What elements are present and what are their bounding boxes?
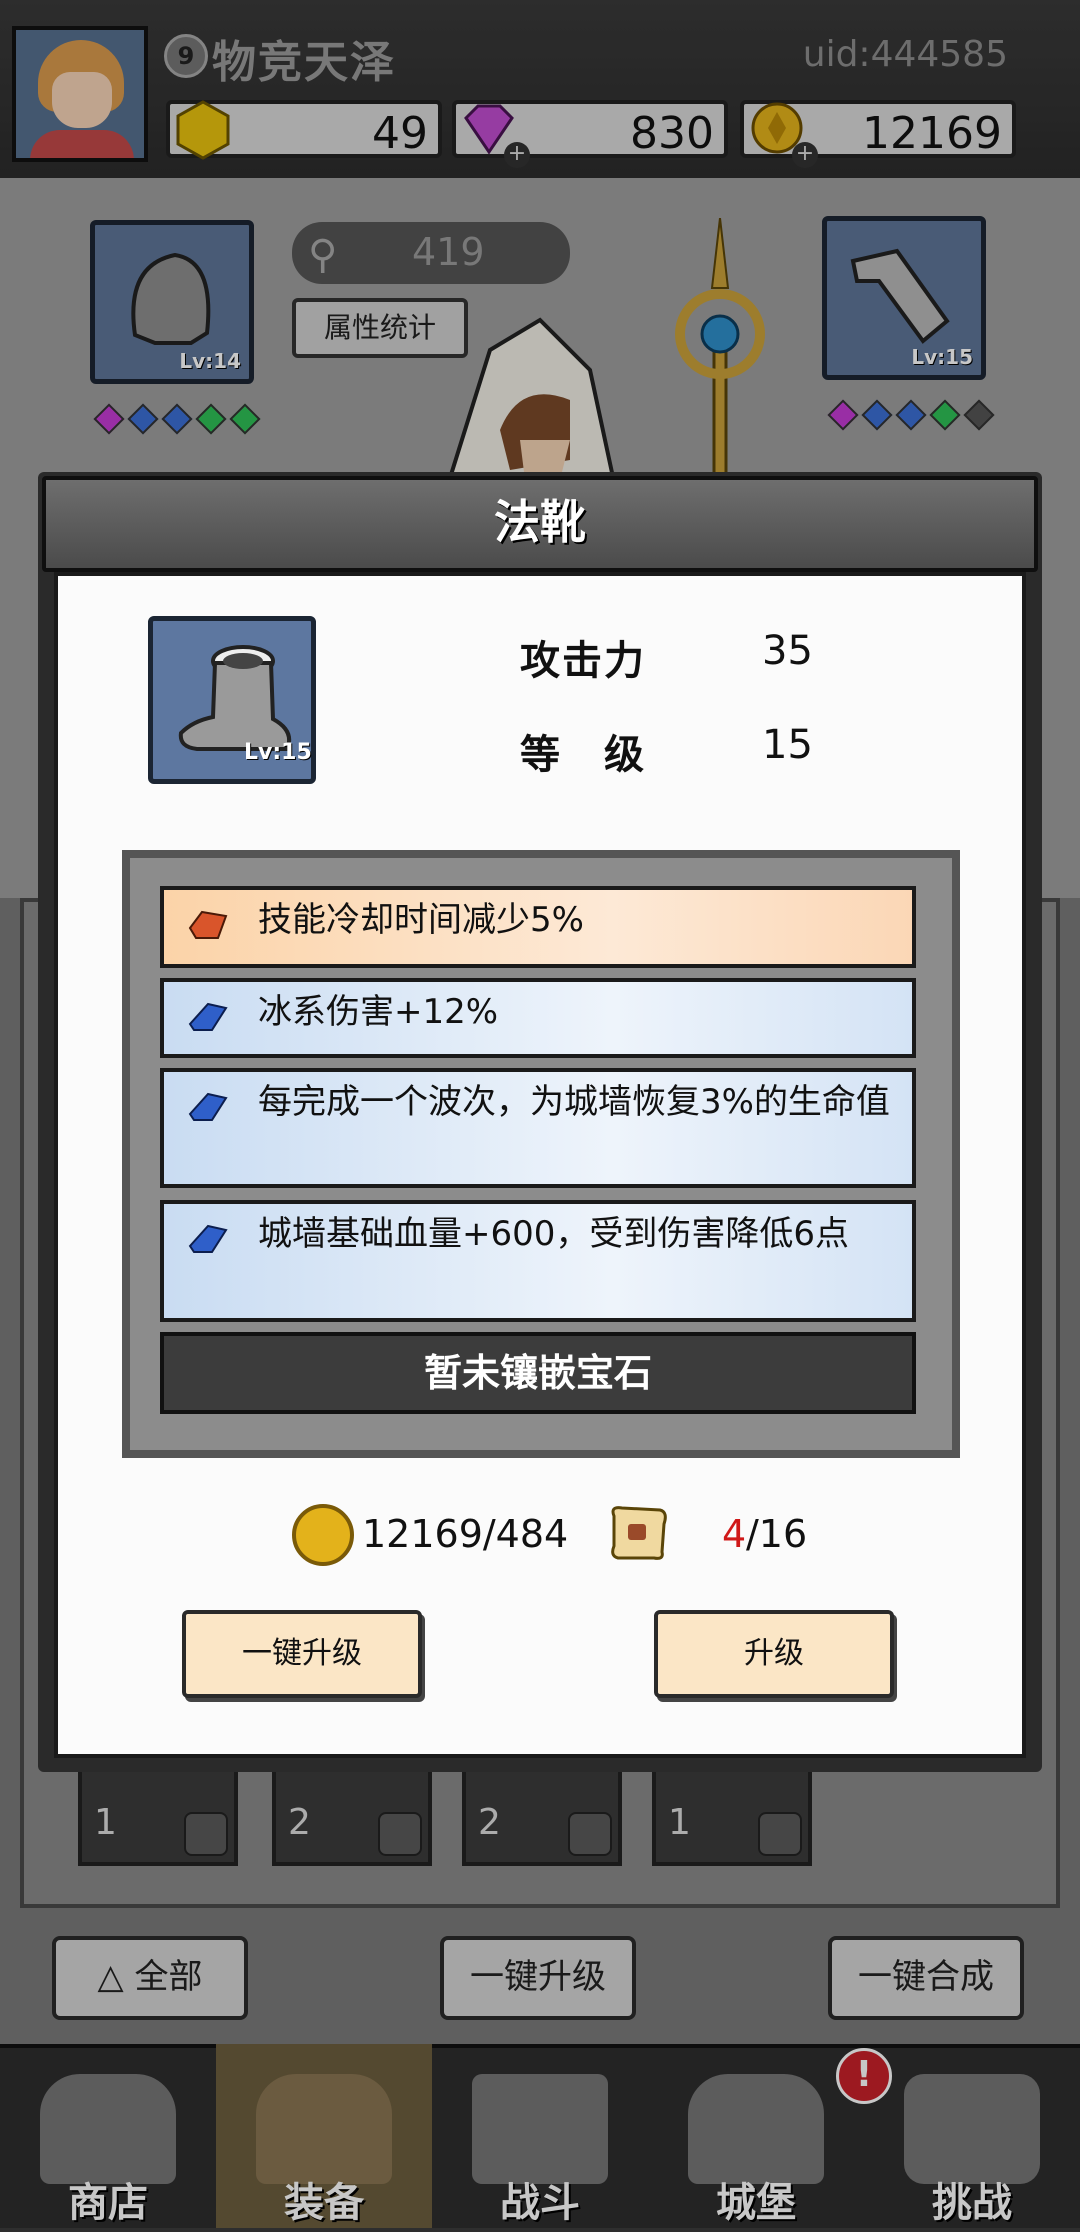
upgrade-coin-cost: 12169/484 <box>362 1512 569 1556</box>
gold-coin-icon <box>292 1504 354 1566</box>
item-level-badge: Lv:15 <box>244 740 312 765</box>
affix-text: 冰系伤害+12% <box>258 992 499 1032</box>
affix-row: 每完成一个波次，为城墙恢复3%的生命值 <box>160 1068 916 1188</box>
blue-gem-icon <box>188 1224 228 1253</box>
affix-row: 技能冷却时间减少5% <box>160 886 916 968</box>
upgrade-scroll-owned: 4 <box>722 1512 747 1556</box>
stat-value-level: 15 <box>762 722 813 768</box>
scroll-icon <box>611 1506 667 1560</box>
stat-label-level: 等 级 <box>520 732 646 778</box>
stat-value-attack: 35 <box>762 628 813 674</box>
modal-title: 法靴 <box>494 495 586 549</box>
stat-label-attack: 攻击力 <box>520 638 646 684</box>
gem-socket-empty-banner[interactable]: 暂未镶嵌宝石 <box>160 1332 916 1414</box>
affix-text: 每完成一个波次，为城墙恢复3%的生命值 <box>258 1082 890 1122</box>
one-click-upgrade-button[interactable]: 一键升级 <box>182 1610 422 1698</box>
blue-gem-icon <box>188 1002 228 1031</box>
blue-gem-icon <box>188 1092 228 1121</box>
affix-text: 城墙基础血量+600，受到伤害降低6点 <box>258 1214 850 1254</box>
affix-row: 冰系伤害+12% <box>160 978 916 1058</box>
upgrade-button[interactable]: 升级 <box>654 1610 894 1698</box>
orange-gem-icon <box>188 910 228 939</box>
upgrade-scroll-required: /16 <box>746 1512 808 1556</box>
affix-text: 技能冷却时间减少5% <box>258 900 584 940</box>
affix-row: 城墙基础血量+600，受到伤害降低6点 <box>160 1200 916 1322</box>
